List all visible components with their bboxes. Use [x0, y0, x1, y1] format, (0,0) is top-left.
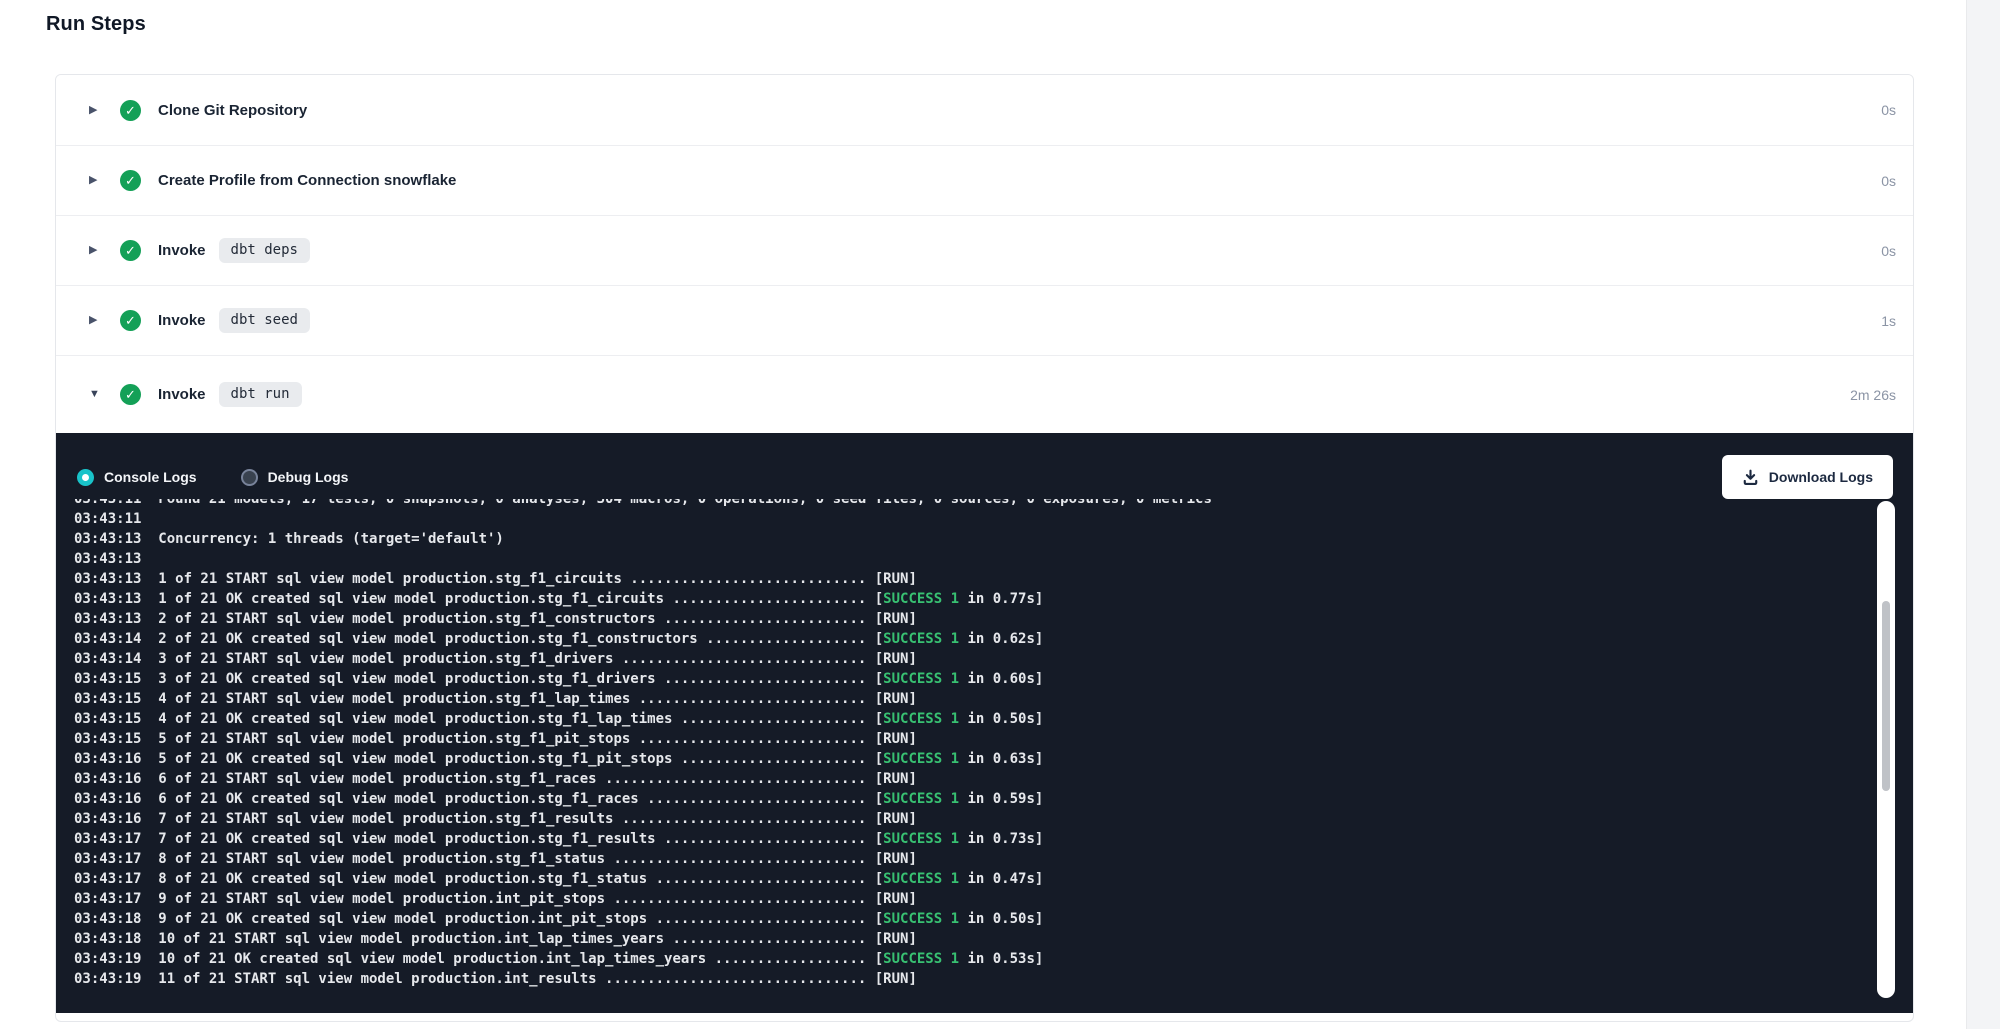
- download-logs-label: Download Logs: [1769, 469, 1873, 485]
- tab-console-logs-label: Console Logs: [104, 469, 197, 485]
- console-panel: Console Logs Debug Logs Download Logs: [56, 433, 1913, 1013]
- log-success-text: SUCCESS 1: [883, 711, 959, 727]
- download-icon: [1742, 469, 1759, 486]
- log-line: 03:43:18 9 of 21 OK created sql view mod…: [74, 909, 1913, 929]
- log-line: 03:43:16 5 of 21 OK created sql view mod…: [74, 749, 1913, 769]
- log-success-text: SUCCESS 1: [883, 791, 959, 807]
- log-line: 03:43:17 8 of 21 OK created sql view mod…: [74, 869, 1913, 889]
- log-line: 03:43:13 1 of 21 START sql view model pr…: [74, 569, 1913, 589]
- caret-right-icon[interactable]: ▶: [89, 175, 103, 186]
- console-log-viewport[interactable]: 03:43:11 Found 21 models, 17 tests, 0 sn…: [56, 499, 1913, 999]
- log-line: 03:43:19 10 of 21 OK created sql view mo…: [74, 949, 1913, 969]
- step-label: Create Profile from Connection snowflake: [158, 172, 456, 189]
- log-line: 03:43:17 7 of 21 OK created sql view mod…: [74, 829, 1913, 849]
- log-success-text: SUCCESS 1: [883, 631, 959, 647]
- step-label: Invoke: [158, 242, 206, 259]
- step-duration: 1s: [1881, 313, 1896, 329]
- log-line: 03:43:19 11 of 21 START sql view model p…: [74, 969, 1913, 989]
- log-line: 03:43:14 3 of 21 START sql view model pr…: [74, 649, 1913, 669]
- steps-list: ▶ ✓ Clone Git Repository 0s ▶ ✓ Create Profile…: [56, 75, 1913, 433]
- caret-right-icon[interactable]: ▶: [89, 245, 103, 256]
- tab-debug-logs[interactable]: Debug Logs: [241, 469, 349, 486]
- success-check-icon: ✓: [120, 170, 141, 191]
- step-row[interactable]: ▶ ✓ Clone Git Repository 0s: [56, 75, 1913, 145]
- command-chip: dbt deps: [219, 238, 310, 263]
- run-steps-page: Run Steps ▶ ✓ Clone Git Repository 0s ▶ ✓ Crea…: [0, 0, 2000, 1029]
- radio-unselected-icon[interactable]: [241, 469, 258, 486]
- step-duration: 0s: [1881, 173, 1896, 189]
- success-check-icon: ✓: [120, 310, 141, 331]
- log-success-text: SUCCESS 1: [883, 831, 959, 847]
- radio-dot: [82, 474, 89, 481]
- step-duration: 0s: [1881, 243, 1896, 259]
- run-steps-card: ▶ ✓ Clone Git Repository 0s ▶ ✓ Create Profile…: [55, 74, 1914, 1022]
- page-scrollbar-track[interactable]: [1966, 0, 2000, 1029]
- log-line: 03:43:13 Concurrency: 1 threads (target=…: [74, 529, 1913, 549]
- step-duration: 0s: [1881, 102, 1896, 118]
- log-success-text: SUCCESS 1: [883, 951, 959, 967]
- command-chip: dbt seed: [219, 308, 310, 333]
- log-success-text: SUCCESS 1: [883, 871, 959, 887]
- log-success-text: SUCCESS 1: [883, 911, 959, 927]
- step-duration: 2m 26s: [1850, 387, 1896, 403]
- step-label: Invoke: [158, 386, 206, 403]
- log-line: 03:43:17 8 of 21 START sql view model pr…: [74, 849, 1913, 869]
- console-log-content: 03:43:11 Found 21 models, 17 tests, 0 sn…: [74, 499, 1913, 989]
- log-line: 03:43:16 6 of 21 OK created sql view mod…: [74, 789, 1913, 809]
- log-line: 03:43:16 6 of 21 START sql view model pr…: [74, 769, 1913, 789]
- log-line: 03:43:13 2 of 21 START sql view model pr…: [74, 609, 1913, 629]
- log-line: 03:43:11: [74, 509, 1913, 529]
- tab-console-logs[interactable]: Console Logs: [77, 469, 197, 486]
- caret-right-icon[interactable]: ▶: [89, 315, 103, 326]
- log-line: 03:43:15 5 of 21 START sql view model pr…: [74, 729, 1913, 749]
- console-header: Console Logs Debug Logs Download Logs: [56, 433, 1913, 499]
- success-check-icon: ✓: [120, 100, 141, 121]
- log-line: 03:43:16 7 of 21 START sql view model pr…: [74, 809, 1913, 829]
- caret-down-icon[interactable]: ▼: [89, 389, 103, 400]
- log-line: 03:43:11 Found 21 models, 17 tests, 0 sn…: [74, 499, 1913, 509]
- log-success-text: SUCCESS 1: [883, 671, 959, 687]
- step-row[interactable]: ▶ ✓ Invoke dbt seed 1s: [56, 285, 1913, 355]
- page-title: Run Steps: [46, 13, 146, 36]
- log-line: 03:43:15 3 of 21 OK created sql view mod…: [74, 669, 1913, 689]
- log-success-text: SUCCESS 1: [883, 751, 959, 767]
- radio-selected-icon[interactable]: [77, 469, 94, 486]
- step-label: Clone Git Repository: [158, 102, 307, 119]
- log-success-text: SUCCESS 1: [883, 591, 959, 607]
- success-check-icon: ✓: [120, 384, 141, 405]
- caret-right-icon[interactable]: ▶: [89, 105, 103, 116]
- log-line: 03:43:13: [74, 549, 1913, 569]
- log-line: 03:43:17 9 of 21 START sql view model pr…: [74, 889, 1913, 909]
- console-scrollbar-thumb[interactable]: [1882, 601, 1890, 791]
- log-line: 03:43:13 1 of 21 OK created sql view mod…: [74, 589, 1913, 609]
- step-row[interactable]: ▼ ✓ Invoke dbt run 2m 26s: [56, 355, 1913, 433]
- log-line: 03:43:15 4 of 21 START sql view model pr…: [74, 689, 1913, 709]
- log-line: 03:43:18 10 of 21 START sql view model p…: [74, 929, 1913, 949]
- console-scrollbar-track[interactable]: [1877, 501, 1895, 998]
- success-check-icon: ✓: [120, 240, 141, 261]
- step-label: Invoke: [158, 312, 206, 329]
- step-row[interactable]: ▶ ✓ Invoke dbt deps 0s: [56, 215, 1913, 285]
- command-chip: dbt run: [219, 382, 302, 407]
- tab-debug-logs-label: Debug Logs: [268, 469, 349, 485]
- step-row[interactable]: ▶ ✓ Create Profile from Connection snowfla…: [56, 145, 1913, 215]
- download-logs-button[interactable]: Download Logs: [1722, 455, 1893, 499]
- log-line: 03:43:15 4 of 21 OK created sql view mod…: [74, 709, 1913, 729]
- log-line: 03:43:14 2 of 21 OK created sql view mod…: [74, 629, 1913, 649]
